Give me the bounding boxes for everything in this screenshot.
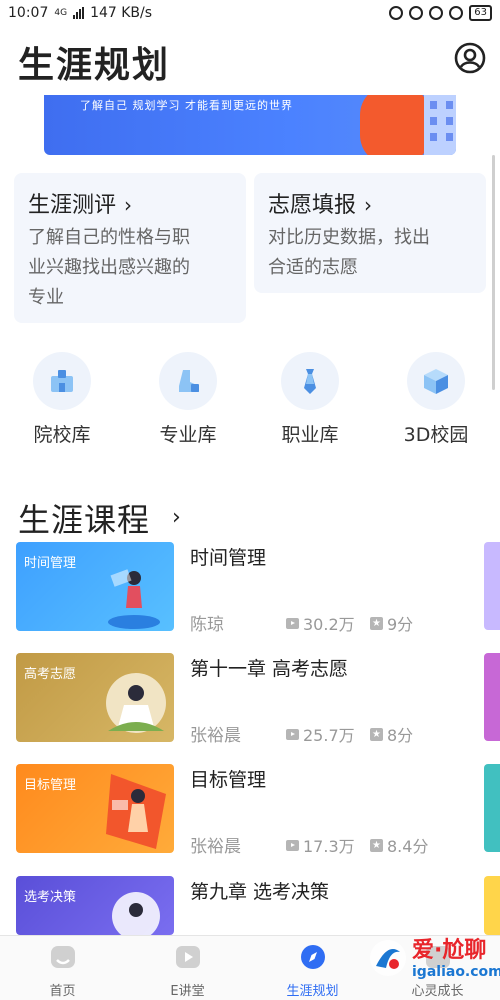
watermark-url: igaliao.com bbox=[412, 964, 500, 980]
nav-label: 生涯规划 bbox=[286, 984, 339, 999]
course-teacher: 张裕晨 bbox=[190, 837, 241, 857]
courses-section-title[interactable]: 生涯课程 bbox=[18, 495, 150, 541]
course-illustration bbox=[108, 569, 160, 629]
school-icon bbox=[51, 370, 73, 392]
alarm-icon bbox=[429, 6, 444, 20]
card-title: 生涯测评 bbox=[28, 193, 117, 218]
banner-text: 了解自己 规划学习 才能看到更远的世界 bbox=[80, 99, 293, 112]
card-description: 对比历史数据，找出 合适的志愿 bbox=[268, 227, 430, 278]
promo-banner[interactable]: 了解自己 规划学习 才能看到更远的世界 bbox=[44, 95, 456, 155]
banner-illustration bbox=[360, 95, 430, 155]
course-teacher: 张裕晨 bbox=[190, 726, 241, 746]
status-bar: 10:07 4G 147 KB/s 63 bbox=[0, 0, 500, 26]
star-icon: ★ bbox=[370, 838, 383, 852]
course-thumbnail: 高考志愿 bbox=[16, 653, 174, 742]
watermark-text: 爱·尬聊 bbox=[412, 938, 487, 963]
play-count-icon bbox=[286, 728, 299, 740]
vibrate-icon bbox=[389, 6, 404, 20]
course-title: 第十一章 高考志愿 bbox=[190, 658, 349, 680]
card-description: 了解自己的性格与职 业兴趣找出感兴趣的 专业 bbox=[28, 227, 190, 308]
star-icon: ★ bbox=[370, 727, 383, 741]
scroll-indicator[interactable] bbox=[492, 155, 495, 390]
course-teacher: 陈琼 bbox=[190, 615, 224, 635]
headphone-icon bbox=[449, 6, 464, 20]
nav-item-e-lecture[interactable]: E讲堂 bbox=[125, 936, 250, 1000]
course-views: 17.3万 bbox=[303, 837, 355, 856]
side-carousel-card[interactable] bbox=[484, 542, 500, 630]
star-icon: ★ bbox=[370, 616, 383, 630]
course-thumbnail: 时间管理 bbox=[16, 542, 174, 631]
course-title: 第九章 选考决策 bbox=[190, 881, 330, 903]
profile-button[interactable] bbox=[454, 42, 486, 74]
page-title: 生涯规划 bbox=[18, 45, 171, 86]
course-illustration bbox=[106, 673, 166, 733]
video-icon bbox=[175, 946, 200, 968]
quick-link-majors[interactable]: 专业库 bbox=[140, 352, 236, 447]
network-speed: 147 KB/s bbox=[90, 5, 153, 21]
watermark: 爱·尬聊 igaliao.com bbox=[360, 930, 500, 996]
compass-icon bbox=[300, 945, 325, 969]
building-illustration bbox=[424, 95, 456, 155]
status-time: 10:07 bbox=[8, 5, 49, 21]
card-title: 志愿填报 bbox=[268, 193, 357, 218]
cube-icon bbox=[424, 369, 448, 394]
course-score: 8分 bbox=[387, 726, 414, 745]
volunteer-fill-card[interactable]: 志愿填报 › 对比历史数据，找出 合适的志愿 bbox=[254, 173, 486, 293]
quick-link-3d-campus[interactable]: 3D校园 bbox=[388, 352, 484, 447]
quick-link-careers[interactable]: 职业库 bbox=[262, 352, 358, 447]
battery-indicator: 63 bbox=[469, 5, 492, 21]
course-score: 9分 bbox=[387, 615, 414, 634]
quick-link-label: 院校库 bbox=[33, 424, 91, 446]
course-illustration bbox=[112, 892, 160, 935]
side-carousel-card[interactable] bbox=[484, 764, 500, 852]
side-carousel-card[interactable] bbox=[484, 876, 500, 935]
quick-link-label: 职业库 bbox=[281, 424, 339, 446]
course-views: 25.7万 bbox=[303, 726, 355, 745]
course-views: 30.2万 bbox=[303, 615, 355, 634]
course-thumbnail: 目标管理 bbox=[16, 764, 174, 853]
play-count-icon bbox=[286, 617, 299, 629]
quick-link-label: 专业库 bbox=[159, 424, 217, 446]
lock-icon bbox=[409, 6, 424, 20]
course-title: 时间管理 bbox=[190, 547, 267, 569]
home-icon bbox=[50, 946, 75, 968]
nav-item-career-planning[interactable]: 生涯规划 bbox=[250, 936, 375, 1000]
tie-icon bbox=[304, 369, 316, 394]
watermark-logo bbox=[370, 940, 406, 976]
page-header: 生涯规划 bbox=[0, 32, 500, 92]
chevron-right-icon: › bbox=[364, 193, 373, 217]
app-screen: 10:07 4G 147 KB/s 63 生涯规划 了解自己 规划学习 才能看到… bbox=[0, 0, 500, 1000]
course-score: 8.4分 bbox=[387, 837, 429, 856]
side-carousel-card[interactable] bbox=[484, 653, 500, 741]
signal-icon bbox=[73, 7, 85, 19]
career-assessment-card[interactable]: 生涯测评 › 了解自己的性格与职 业兴趣找出感兴趣的 专业 bbox=[14, 173, 246, 323]
chevron-right-icon: › bbox=[124, 193, 133, 217]
course-thumbnail: 选考决策 bbox=[16, 876, 174, 935]
quick-link-schools[interactable]: 院校库 bbox=[14, 352, 110, 447]
nav-label: 首页 bbox=[49, 984, 76, 999]
nav-label: E讲堂 bbox=[170, 984, 205, 999]
course-title: 目标管理 bbox=[190, 769, 267, 791]
boot-icon bbox=[179, 370, 199, 392]
course-illustration bbox=[106, 774, 166, 849]
play-count-icon bbox=[286, 839, 299, 851]
nav-item-home[interactable]: 首页 bbox=[0, 936, 125, 1000]
network-label: 4G bbox=[54, 8, 68, 18]
quick-link-label: 3D校园 bbox=[403, 424, 469, 446]
user-circle-icon bbox=[454, 42, 486, 74]
chevron-right-icon[interactable]: › bbox=[172, 505, 181, 530]
